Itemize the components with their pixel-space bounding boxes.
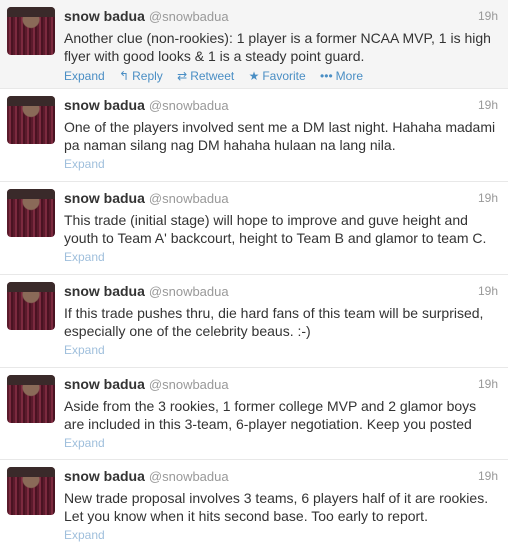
reply-icon: ↰: [119, 69, 130, 83]
more-dots-icon: •••: [320, 69, 333, 83]
favorite-button[interactable]: ★ Favorite: [249, 69, 306, 83]
tweet-text: Another clue (non-rookies): 1 player is …: [64, 30, 491, 64]
expand-link[interactable]: Expand: [64, 69, 105, 83]
username[interactable]: @snowbadua: [149, 284, 229, 299]
tweet-content: snow badua @snowbadua 19h This trade (ini…: [64, 190, 500, 264]
reply-label: Reply: [132, 69, 163, 83]
retweet-button[interactable]: ⇄ Retweet: [177, 69, 234, 83]
fullname[interactable]: snow badua: [64, 376, 145, 392]
tweet-header: snow badua @snowbadua 19h: [64, 97, 500, 115]
username[interactable]: @snowbadua: [149, 191, 229, 206]
tweet-timeline: snow badua @snowbadua 19h Another clue (n…: [0, 0, 508, 544]
avatar[interactable]: [7, 189, 55, 237]
tweet-item[interactable]: snow badua @snowbadua 19h One of the play…: [0, 89, 508, 182]
tweet-content: snow badua @snowbadua 19h One of the play…: [64, 97, 500, 171]
tweet-text: If this trade pushes thru, die hard fans…: [64, 305, 484, 339]
reply-button[interactable]: ↰ Reply: [119, 69, 163, 83]
retweet-icon: ⇄: [177, 69, 188, 83]
tweet-item[interactable]: snow badua @snowbadua 19h Aside from the …: [0, 368, 508, 460]
tweet-item[interactable]: snow badua @snowbadua 19h New trade propo…: [0, 460, 508, 544]
expand-link[interactable]: Expand: [64, 528, 500, 542]
timestamp[interactable]: 19h: [478, 377, 498, 391]
avatar[interactable]: [7, 96, 55, 144]
retweet-label: Retweet: [190, 69, 235, 83]
fullname[interactable]: snow badua: [64, 8, 145, 24]
tweet-text: New trade proposal involves 3 teams, 6 p…: [64, 490, 489, 524]
timestamp[interactable]: 19h: [478, 469, 498, 483]
star-icon: ★: [248, 69, 260, 83]
username[interactable]: @snowbadua: [149, 377, 229, 392]
tweet-header: snow badua @snowbadua 19h: [64, 8, 500, 26]
tweet-header: snow badua @snowbadua 19h: [64, 468, 500, 486]
timestamp[interactable]: 19h: [478, 98, 498, 112]
more-button[interactable]: ••• More: [320, 69, 363, 83]
favorite-label: Favorite: [262, 69, 306, 83]
timestamp[interactable]: 19h: [478, 9, 498, 23]
tweet-text: Aside from the 3 rookies, 1 former colle…: [64, 398, 477, 432]
tweet-content: snow badua @snowbadua 19h Aside from the …: [64, 376, 500, 450]
tweet-actions: Expand ↰ Reply ⇄ Retweet ★ Favorite ••• More: [64, 69, 500, 83]
username[interactable]: @snowbadua: [149, 469, 229, 484]
avatar[interactable]: [7, 282, 55, 330]
timestamp[interactable]: 19h: [478, 191, 498, 205]
username[interactable]: @snowbadua: [149, 9, 229, 24]
more-label: More: [335, 69, 363, 83]
fullname[interactable]: snow badua: [64, 190, 145, 206]
tweet-content: snow badua @snowbadua 19h New trade propo…: [64, 468, 500, 542]
tweet-header: snow badua @snowbadua 19h: [64, 376, 500, 394]
tweet-item[interactable]: snow badua @snowbadua 19h If this trade p…: [0, 275, 508, 368]
timestamp[interactable]: 19h: [478, 284, 498, 298]
tweet-content: snow badua @snowbadua 19h If this trade p…: [64, 283, 500, 357]
expand-link[interactable]: Expand: [64, 343, 500, 357]
avatar[interactable]: [7, 375, 55, 423]
tweet-item[interactable]: snow badua @snowbadua 19h This trade (ini…: [0, 182, 508, 275]
fullname[interactable]: snow badua: [64, 97, 145, 113]
tweet-text: One of the players involved sent me a DM…: [64, 119, 496, 153]
expand-link[interactable]: Expand: [64, 436, 500, 450]
tweet-content: snow badua @snowbadua 19h Another clue (n…: [64, 8, 500, 83]
username[interactable]: @snowbadua: [149, 98, 229, 113]
fullname[interactable]: snow badua: [64, 468, 145, 484]
tweet-header: snow badua @snowbadua 19h: [64, 190, 500, 208]
avatar[interactable]: [7, 467, 55, 515]
avatar[interactable]: [7, 7, 55, 55]
tweet-header: snow badua @snowbadua 19h: [64, 283, 500, 301]
tweet-text: This trade (initial stage) will hope to …: [64, 212, 487, 246]
expand-link[interactable]: Expand: [64, 157, 500, 171]
fullname[interactable]: snow badua: [64, 283, 145, 299]
tweet-item[interactable]: snow badua @snowbadua 19h Another clue (n…: [0, 0, 508, 89]
expand-link[interactable]: Expand: [64, 250, 500, 264]
